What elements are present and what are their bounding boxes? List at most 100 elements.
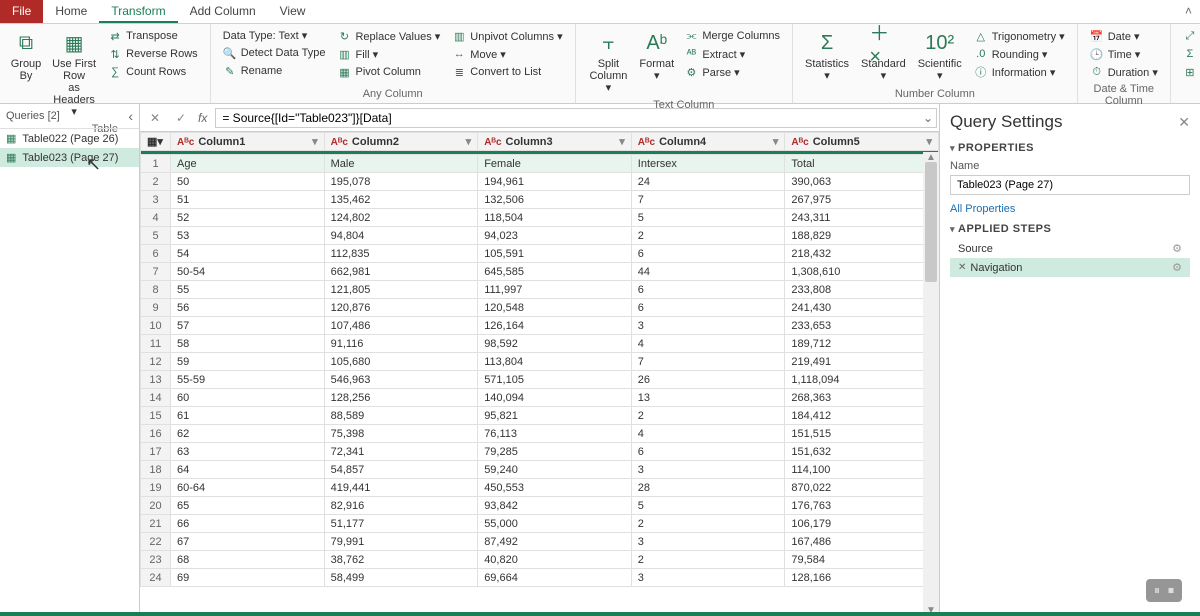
cell[interactable]: 184,412 xyxy=(785,407,939,425)
table-row[interactable]: 250195,078194,96124390,063 xyxy=(141,173,939,191)
close-icon[interactable]: ✕ xyxy=(1178,114,1190,131)
cell[interactable]: 57 xyxy=(171,317,325,335)
filter-icon[interactable]: ▾ xyxy=(312,135,318,148)
cell[interactable]: 390,063 xyxy=(785,173,939,191)
cell[interactable]: 5 xyxy=(631,209,785,227)
cell[interactable]: 2 xyxy=(631,551,785,569)
pivot-button[interactable]: ▦Pivot Column xyxy=(333,64,444,80)
cell[interactable]: 3 xyxy=(631,461,785,479)
cell[interactable]: 112,835 xyxy=(324,245,478,263)
cell[interactable]: 59 xyxy=(171,353,325,371)
table-row[interactable]: 750-54662,981645,585441,308,610 xyxy=(141,263,939,281)
unpivot-button[interactable]: ▥Unpivot Columns ▾ xyxy=(448,28,566,44)
cell[interactable]: 114,100 xyxy=(785,461,939,479)
table-row[interactable]: 956120,876120,5486241,430 xyxy=(141,299,939,317)
cell[interactable]: 82,916 xyxy=(324,497,478,515)
row-number[interactable]: 2 xyxy=(141,173,171,191)
row-number[interactable]: 6 xyxy=(141,245,171,263)
cell[interactable]: 75,398 xyxy=(324,425,478,443)
cell[interactable]: 218,432 xyxy=(785,245,939,263)
row-number[interactable]: 23 xyxy=(141,551,171,569)
cell[interactable]: 58,499 xyxy=(324,569,478,587)
cell[interactable]: 6 xyxy=(631,299,785,317)
cell[interactable]: 50-54 xyxy=(171,263,325,281)
cell[interactable]: 94,804 xyxy=(324,227,478,245)
cell[interactable]: 450,553 xyxy=(478,479,632,497)
cell[interactable]: 140,094 xyxy=(478,389,632,407)
vertical-scrollbar[interactable]: ▲ ▼ xyxy=(923,152,939,616)
information-button[interactable]: ⓘInformation ▾ xyxy=(970,64,1069,80)
cell[interactable]: 24 xyxy=(631,173,785,191)
cell[interactable]: 1,308,610 xyxy=(785,263,939,281)
row-number[interactable]: 14 xyxy=(141,389,171,407)
cell[interactable]: 118,504 xyxy=(478,209,632,227)
cell[interactable]: 128,256 xyxy=(324,389,478,407)
cell[interactable]: 59,240 xyxy=(478,461,632,479)
cell[interactable]: Age xyxy=(171,155,325,173)
cell[interactable]: 52 xyxy=(171,209,325,227)
cell[interactable]: 61 xyxy=(171,407,325,425)
row-number[interactable]: 15 xyxy=(141,407,171,425)
cell[interactable]: Male xyxy=(324,155,478,173)
table-row[interactable]: 351135,462132,5067267,975 xyxy=(141,191,939,209)
cell[interactable]: 56 xyxy=(171,299,325,317)
cell[interactable]: 26 xyxy=(631,371,785,389)
replace-values-button[interactable]: ↻Replace Values ▾ xyxy=(333,28,444,44)
cell[interactable]: 64 xyxy=(171,461,325,479)
cell[interactable]: Female xyxy=(478,155,632,173)
cell[interactable]: 3 xyxy=(631,569,785,587)
row-number[interactable]: 18 xyxy=(141,461,171,479)
cell[interactable]: 51,177 xyxy=(324,515,478,533)
cell[interactable]: 3 xyxy=(631,317,785,335)
filter-icon[interactable]: ▾ xyxy=(926,135,932,148)
cell[interactable]: Total xyxy=(785,155,939,173)
convert-to-list-button[interactable]: ≣Convert to List xyxy=(448,64,566,80)
cell[interactable]: 55-59 xyxy=(171,371,325,389)
cell[interactable]: 55 xyxy=(171,281,325,299)
cell[interactable]: 60 xyxy=(171,389,325,407)
cell[interactable]: 51 xyxy=(171,191,325,209)
trigonometry-button[interactable]: △Trigonometry ▾ xyxy=(970,28,1069,44)
table-row[interactable]: 176372,34179,2856151,632 xyxy=(141,443,939,461)
table-row[interactable]: 1AgeMaleFemaleIntersexTotal xyxy=(141,155,939,173)
cell[interactable]: 95,821 xyxy=(478,407,632,425)
table-row[interactable]: 216651,17755,0002106,179 xyxy=(141,515,939,533)
cell[interactable]: 53 xyxy=(171,227,325,245)
cell[interactable]: 120,548 xyxy=(478,299,632,317)
cell[interactable]: 69 xyxy=(171,569,325,587)
cell[interactable]: 188,829 xyxy=(785,227,939,245)
step-navigation[interactable]: ✕Navigation⚙ xyxy=(950,258,1190,277)
standard-button[interactable]: ＋×Standard ▾ xyxy=(855,26,912,86)
time-button[interactable]: 🕒Time ▾ xyxy=(1086,46,1162,62)
column-header-4[interactable]: AᴮcColumn4▾ xyxy=(631,133,785,151)
row-number[interactable]: 20 xyxy=(141,497,171,515)
cell[interactable]: 870,022 xyxy=(785,479,939,497)
row-number[interactable]: 12 xyxy=(141,353,171,371)
recording-controls[interactable]: ⏸ ⏹ xyxy=(1146,579,1182,602)
cell[interactable]: 79,991 xyxy=(324,533,478,551)
formula-expand-icon[interactable]: ⌄ xyxy=(923,111,933,125)
cell[interactable]: 151,515 xyxy=(785,425,939,443)
row-number[interactable]: 10 xyxy=(141,317,171,335)
cell[interactable]: 50 xyxy=(171,173,325,191)
filter-icon[interactable]: ▾ xyxy=(466,135,472,148)
row-number[interactable]: 21 xyxy=(141,515,171,533)
table-row[interactable]: 452124,802118,5045243,311 xyxy=(141,209,939,227)
cell[interactable]: 7 xyxy=(631,353,785,371)
cell[interactable]: 546,963 xyxy=(324,371,478,389)
cell[interactable]: 195,078 xyxy=(324,173,478,191)
fx-icon[interactable]: fx xyxy=(198,111,207,125)
cell[interactable]: 135,462 xyxy=(324,191,478,209)
row-number[interactable]: 24 xyxy=(141,569,171,587)
stop-icon[interactable]: ⏹ xyxy=(1168,583,1174,598)
count-rows-button[interactable]: ∑Count Rows xyxy=(104,64,202,80)
table-row[interactable]: 1057107,486126,1643233,653 xyxy=(141,317,939,335)
all-properties-link[interactable]: All Properties xyxy=(950,203,1015,215)
data-type-button[interactable]: Data Type: Text ▾ xyxy=(219,28,330,43)
fill-button[interactable]: ▥Fill ▾ xyxy=(333,46,444,62)
cell[interactable]: 67 xyxy=(171,533,325,551)
cell[interactable]: 2 xyxy=(631,515,785,533)
cell[interactable]: 120,876 xyxy=(324,299,478,317)
table-row[interactable]: 654112,835105,5916218,432 xyxy=(141,245,939,263)
row-number[interactable]: 22 xyxy=(141,533,171,551)
